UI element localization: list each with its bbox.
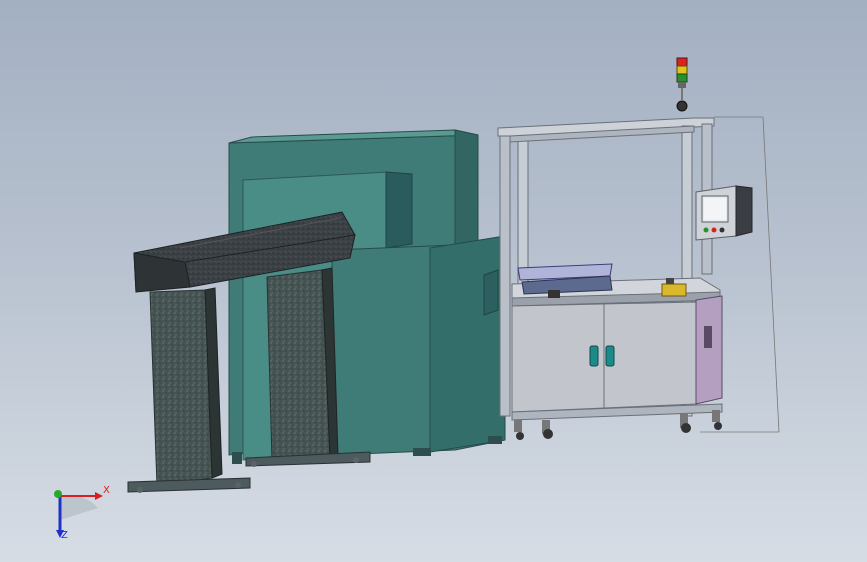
cad-viewport[interactable]: X Z: [0, 0, 867, 562]
frame-workstation[interactable]: [497, 117, 723, 440]
z-axis-label: Z: [61, 530, 68, 541]
control-panel[interactable]: [695, 185, 753, 241]
cad-model-scene: [54, 57, 780, 538]
x-axis-label: X: [103, 485, 110, 496]
signal-tower[interactable]: [676, 57, 688, 112]
x-axis-arrow: [95, 492, 103, 500]
y-axis-marker: [54, 490, 62, 498]
